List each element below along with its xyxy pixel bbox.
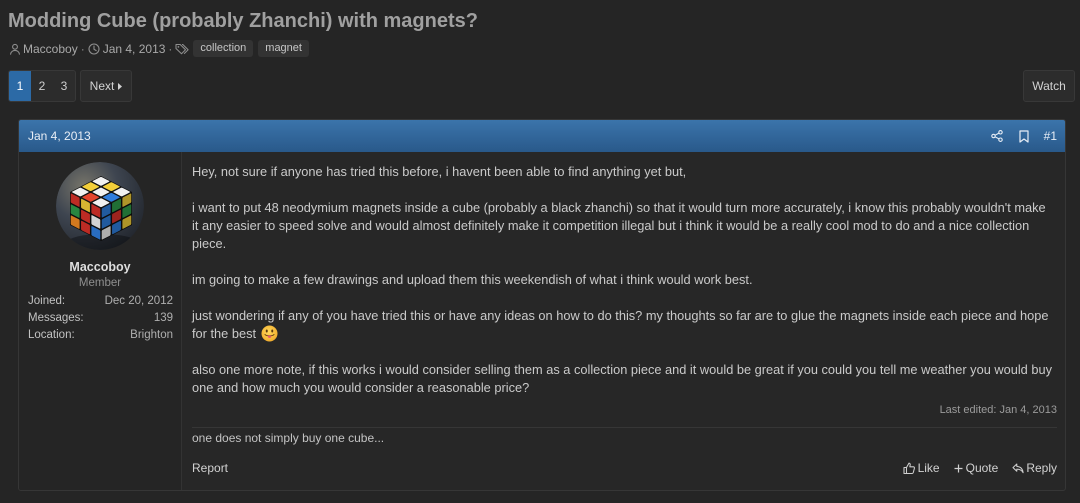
next-page-button[interactable]: Next — [80, 70, 132, 102]
pagination: 1 2 3 — [8, 70, 76, 102]
post-text-line: one and how much you would consider a re… — [192, 380, 530, 395]
stat-messages: Messages: 139 — [28, 310, 173, 327]
plus-icon — [954, 464, 963, 473]
user-signature: one does not simply buy one cube... — [192, 431, 385, 445]
stat-label: Joined: — [28, 295, 66, 307]
share-icon[interactable] — [990, 130, 1003, 142]
post-message: Jan 4, 2013 #1 Maccoboy Member Joined: D… — [18, 119, 1066, 491]
meta-separator: · — [80, 41, 85, 56]
user-stats: Joined: Dec 20, 2012 Messages: 139 Locat… — [19, 293, 181, 344]
username-link[interactable]: Maccoboy — [19, 259, 181, 275]
stat-label: Messages: — [28, 312, 84, 324]
post-text-line: just wondering if any of you have tried … — [192, 308, 1049, 323]
stat-value: 139 — [153, 312, 173, 324]
post-text-line: im going to make a few drawings and uplo… — [192, 272, 753, 287]
user-icon — [9, 43, 21, 55]
post-text-line: Hey, not sure if anyone has tried this b… — [192, 164, 687, 179]
thread-meta: Maccoboy · Jan 4, 2013 · collection magn… — [8, 40, 314, 57]
post-paragraph: i want to put 48 neodymium magnets insid… — [192, 199, 1057, 253]
post-header: Jan 4, 2013 #1 — [19, 120, 1065, 152]
watch-button[interactable]: Watch — [1023, 70, 1075, 102]
signature-divider — [192, 427, 1057, 428]
face-with-tongue-emoji — [261, 325, 278, 342]
page-1-button[interactable]: 1 — [9, 71, 31, 101]
post-text-line: for the best — [192, 325, 1057, 343]
post-date-link[interactable]: Jan 4, 2013 — [28, 129, 91, 143]
bookmark-icon[interactable] — [1019, 129, 1029, 143]
user-avatar[interactable] — [56, 162, 144, 250]
page-2-button[interactable]: 2 — [31, 71, 53, 101]
meta-separator: · — [168, 41, 173, 56]
tag-icon — [175, 43, 190, 55]
post-text-line: piece. — [192, 236, 227, 251]
stat-label: Location: — [28, 329, 75, 341]
thread-author-link[interactable]: Maccoboy — [23, 42, 78, 56]
next-page-label: Next — [89, 79, 115, 93]
last-edited-note: Last edited: Jan 4, 2013 — [939, 404, 1057, 416]
page-3-button[interactable]: 3 — [53, 71, 75, 101]
like-button[interactable]: Like — [903, 461, 940, 475]
post-number-link[interactable]: #1 — [1044, 129, 1057, 143]
post-reaction-actions: Like Quote Reply — [889, 461, 1057, 475]
clock-icon — [88, 42, 100, 55]
quote-button[interactable]: Quote — [954, 461, 999, 475]
stat-location: Location: Brighton — [28, 327, 173, 344]
thread-date-link[interactable]: Jan 4, 2013 — [103, 42, 166, 56]
user-title: Member — [78, 277, 122, 289]
post-text-line: i want to put 48 neodymium magnets insid… — [192, 200, 1046, 215]
post-paragraph: just wondering if any of you have tried … — [192, 307, 1057, 343]
post-text-line: it any easier to speed solve and would a… — [192, 218, 1030, 233]
thread-title: Modding Cube (probably Zhanchi) with mag… — [8, 10, 478, 32]
stat-joined: Joined: Dec 20, 2012 — [28, 293, 173, 310]
caret-right-icon — [118, 82, 123, 90]
quote-label: Quote — [965, 461, 999, 475]
thumbs-up-icon — [903, 462, 915, 474]
post-paragraph: Hey, not sure if anyone has tried this b… — [192, 163, 1057, 181]
stat-value: Dec 20, 2012 — [104, 295, 173, 307]
stat-value: Brighton — [130, 329, 173, 341]
reply-icon — [1012, 462, 1024, 474]
post-text-fragment: for the best — [192, 326, 257, 341]
report-link[interactable]: Report — [192, 461, 228, 475]
like-label: Like — [917, 461, 940, 475]
post-user-panel: Maccoboy Member Joined: Dec 20, 2012 Mes… — [19, 152, 182, 490]
post-text-line: also one more note, if this works i woul… — [192, 362, 1052, 377]
post-paragraph: also one more note, if this works i woul… — [192, 361, 1057, 397]
tag-magnet[interactable]: magnet — [258, 40, 309, 57]
post-paragraph: im going to make a few drawings and uplo… — [192, 271, 1057, 289]
reply-label: Reply — [1026, 461, 1057, 475]
post-actions-bar: Report Like Quote Reply — [192, 459, 1057, 477]
post-content: Hey, not sure if anyone has tried this b… — [182, 152, 1065, 490]
reply-button[interactable]: Reply — [1012, 461, 1057, 475]
tag-collection[interactable]: collection — [193, 40, 254, 57]
